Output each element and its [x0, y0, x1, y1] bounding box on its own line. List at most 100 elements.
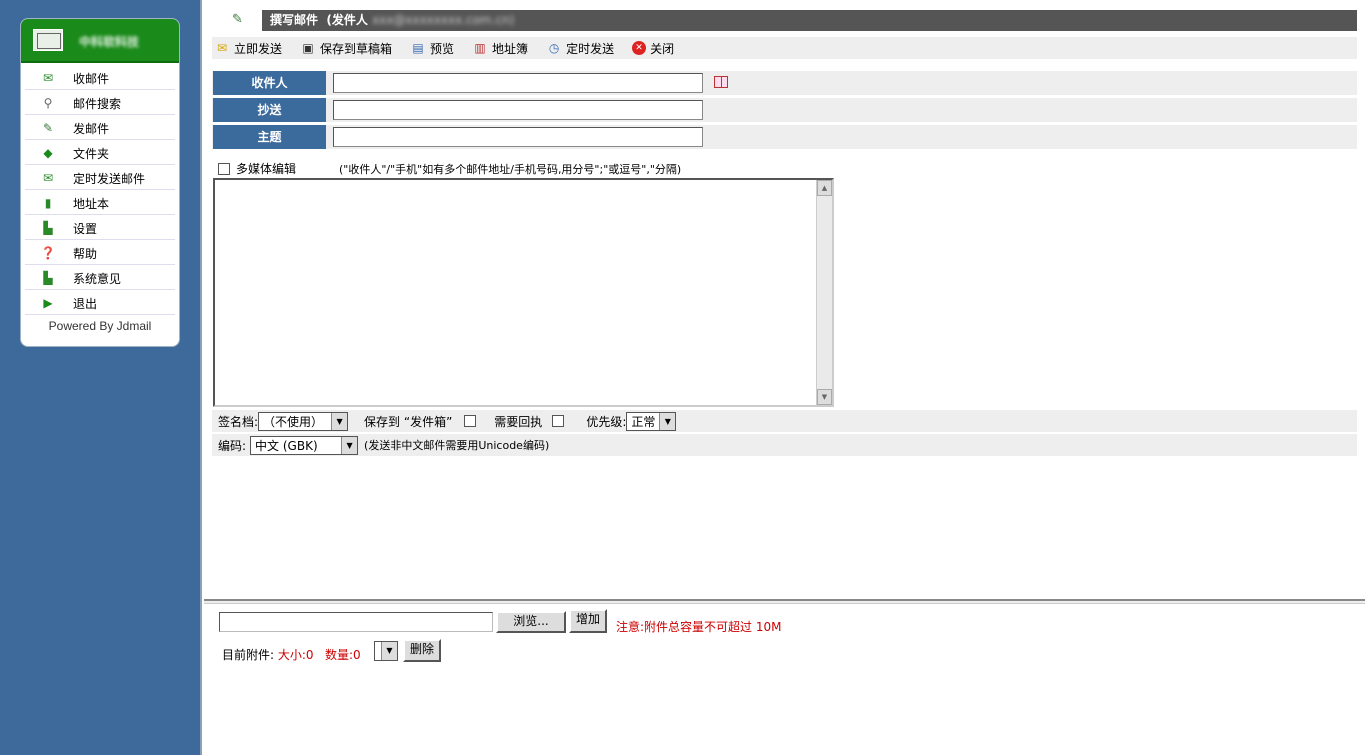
- envelope-icon: ✉: [216, 41, 228, 55]
- sidebar-item-label: 退出: [73, 296, 98, 311]
- subject-row: 主题: [212, 125, 1357, 149]
- chevron-down-icon: ▼: [341, 436, 358, 454]
- priority-select[interactable]: 正常 ▼: [626, 411, 677, 431]
- title-bar: ✎ 撰写邮件 (发件人 xxx@xxxxxxxx.com.cn): [212, 10, 1357, 31]
- address-book-label: 地址簿: [492, 41, 529, 56]
- attachment-limit-note: 注意:附件总容量不可超过 10M: [616, 620, 782, 634]
- logo-text: 中科软科技: [79, 35, 140, 49]
- clock-mail-icon: ✉: [42, 171, 54, 185]
- page-title: 撰写邮件: [270, 13, 319, 27]
- sender-value: xxx@xxxxxxxx.com.cn): [372, 13, 515, 27]
- sidebar-item-logout[interactable]: ▶ 退出: [25, 292, 175, 315]
- scheduled-send-button[interactable]: ◷ 定时发送: [546, 40, 614, 57]
- attachment-size: 大小:0: [277, 648, 314, 662]
- encoding-label: 编码:: [218, 438, 247, 453]
- sidebar: 中科软科技 ✉ 收邮件 ⚲ 邮件搜索 ✎ 发邮件 ◆ 文件夹 ✉ 定时发送邮件: [0, 0, 202, 755]
- sender-label: (发件人: [326, 13, 368, 27]
- encoding-select[interactable]: 中文 (GBK) ▼: [250, 435, 359, 455]
- address-book-icon[interactable]: [714, 76, 728, 88]
- receipt-label: 需要回执: [494, 414, 543, 429]
- inbox-icon: ✉: [42, 71, 54, 85]
- close-label: 关闭: [650, 41, 675, 56]
- scroll-down-icon[interactable]: ▼: [817, 389, 832, 405]
- cc-input[interactable]: [333, 100, 703, 120]
- save-draft-label: 保存到草稿箱: [320, 41, 393, 56]
- multimedia-option: 多媒体编辑: [218, 160, 296, 177]
- multimedia-checkbox[interactable]: [218, 162, 230, 175]
- cc-label: 抄送: [213, 98, 326, 122]
- title-bar-text: 撰写邮件 (发件人 xxx@xxxxxxxx.com.cn): [262, 10, 1357, 31]
- signature-select[interactable]: （不使用） ▼: [258, 411, 349, 431]
- feedback-icon: ▙: [43, 271, 53, 285]
- signature-value: （不使用）: [263, 414, 324, 429]
- cc-row: 抄送: [212, 98, 1357, 122]
- encoding-value: 中文 (GBK): [255, 438, 318, 453]
- scheduled-send-label: 定时发送: [566, 41, 615, 56]
- to-row: 收件人: [212, 71, 1357, 95]
- browse-button[interactable]: 浏览...: [496, 611, 566, 633]
- sidebar-item-help[interactable]: ❓ 帮助: [25, 242, 175, 265]
- sidebar-item-folders[interactable]: ◆ 文件夹: [25, 142, 175, 165]
- scroll-up-icon[interactable]: ▲: [817, 180, 832, 196]
- preview-button[interactable]: ▤ 预览: [410, 40, 454, 57]
- save-to-outbox-label: 保存到 “发件箱”: [364, 414, 453, 429]
- sidebar-item-inbox[interactable]: ✉ 收邮件: [25, 67, 175, 90]
- sidebar-panel: 中科软科技 ✉ 收邮件 ⚲ 邮件搜索 ✎ 发邮件 ◆ 文件夹 ✉ 定时发送邮件: [20, 18, 180, 347]
- editor-scrollbar[interactable]: ▲ ▼: [816, 180, 832, 405]
- send-now-button[interactable]: ✉ 立即发送: [214, 40, 282, 57]
- floppy-disk-icon: ▣: [302, 41, 314, 55]
- chevron-down-icon: ▼: [381, 642, 397, 660]
- attachments-select[interactable]: ▼: [374, 641, 398, 661]
- to-input[interactable]: [333, 73, 703, 93]
- address-book-button[interactable]: ▥ 地址簿: [472, 40, 528, 57]
- title-bar-icon-area: ✎: [212, 10, 262, 31]
- attachment-file-input[interactable]: [219, 612, 493, 632]
- sidebar-item-label: 发邮件: [73, 121, 110, 136]
- current-attachments: 目前附件: 大小:0 数量:0: [222, 646, 361, 663]
- sidebar-item-label: 设置: [73, 221, 98, 236]
- to-label: 收件人: [213, 71, 326, 95]
- save-to-outbox-checkbox[interactable]: [464, 415, 477, 427]
- sidebar-item-settings[interactable]: ▙ 设置: [25, 217, 175, 240]
- recipients-hint: ("收件人"/"手机"如有多个邮件地址/手机号码,用分号";"或逗号","分隔): [339, 163, 682, 176]
- sidebar-item-address-book[interactable]: ▮ 地址本: [25, 192, 175, 215]
- compose-main: ✎ 撰写邮件 (发件人 xxx@xxxxxxxx.com.cn) ✉ 立即发送 …: [204, 0, 1365, 755]
- chevron-down-icon: ▼: [659, 412, 676, 430]
- toolbar: ✉ 立即发送 ▣ 保存到草稿箱 ▤ 预览 ▥ 地址簿 ◷ 定时发送 ✕ 关闭: [212, 37, 1357, 59]
- preview-label: 预览: [430, 41, 455, 56]
- add-attachment-button[interactable]: 增加: [569, 609, 607, 633]
- subject-input[interactable]: [333, 127, 703, 147]
- address-book-icon: ▮: [44, 196, 52, 210]
- sidebar-item-label: 地址本: [73, 196, 110, 211]
- message-body-textarea[interactable]: ▲ ▼: [213, 178, 834, 407]
- sidebar-item-scheduled[interactable]: ✉ 定时发送邮件: [25, 167, 175, 190]
- sidebar-item-label: 收邮件: [73, 71, 110, 86]
- chevron-down-icon: ▼: [331, 412, 348, 430]
- priority-value: 正常: [631, 414, 656, 429]
- receipt-checkbox[interactable]: [552, 415, 565, 427]
- sidebar-item-label: 帮助: [73, 246, 98, 261]
- signature-row: 签名档: （不使用） ▼ 保存到 “发件箱” 需要回执 优先级: 正常 ▼: [212, 410, 1357, 432]
- signature-label: 签名档:: [218, 414, 259, 429]
- sidebar-item-compose[interactable]: ✎ 发邮件: [25, 117, 175, 140]
- document-icon: ▤: [412, 41, 424, 55]
- powered-by: Powered By Jdmail: [48, 319, 152, 333]
- help-icon: ❓: [40, 246, 56, 260]
- close-icon: ✕: [632, 41, 647, 55]
- sidebar-item-label: 邮件搜索: [73, 96, 122, 111]
- sidebar-item-feedback[interactable]: ▙ 系统意见: [25, 267, 175, 290]
- multimedia-label: 多媒体编辑: [236, 162, 297, 176]
- pen-icon: ✎: [232, 12, 243, 27]
- close-button[interactable]: ✕ 关闭: [632, 40, 674, 57]
- exit-icon: ▶: [43, 296, 53, 310]
- priority-label: 优先级:: [586, 414, 627, 429]
- attachment-count: 数量:0: [325, 648, 361, 662]
- sidebar-item-search[interactable]: ⚲ 邮件搜索: [25, 92, 175, 115]
- delete-attachment-button[interactable]: 删除: [403, 639, 441, 662]
- subject-label: 主题: [213, 125, 326, 149]
- save-draft-button[interactable]: ▣ 保存到草稿箱: [300, 40, 392, 57]
- settings-icon: ▙: [43, 221, 53, 235]
- sidebar-item-label: 文件夹: [73, 146, 110, 161]
- sidebar-item-label: 定时发送邮件: [73, 171, 146, 186]
- attachment-divider: [204, 599, 1365, 604]
